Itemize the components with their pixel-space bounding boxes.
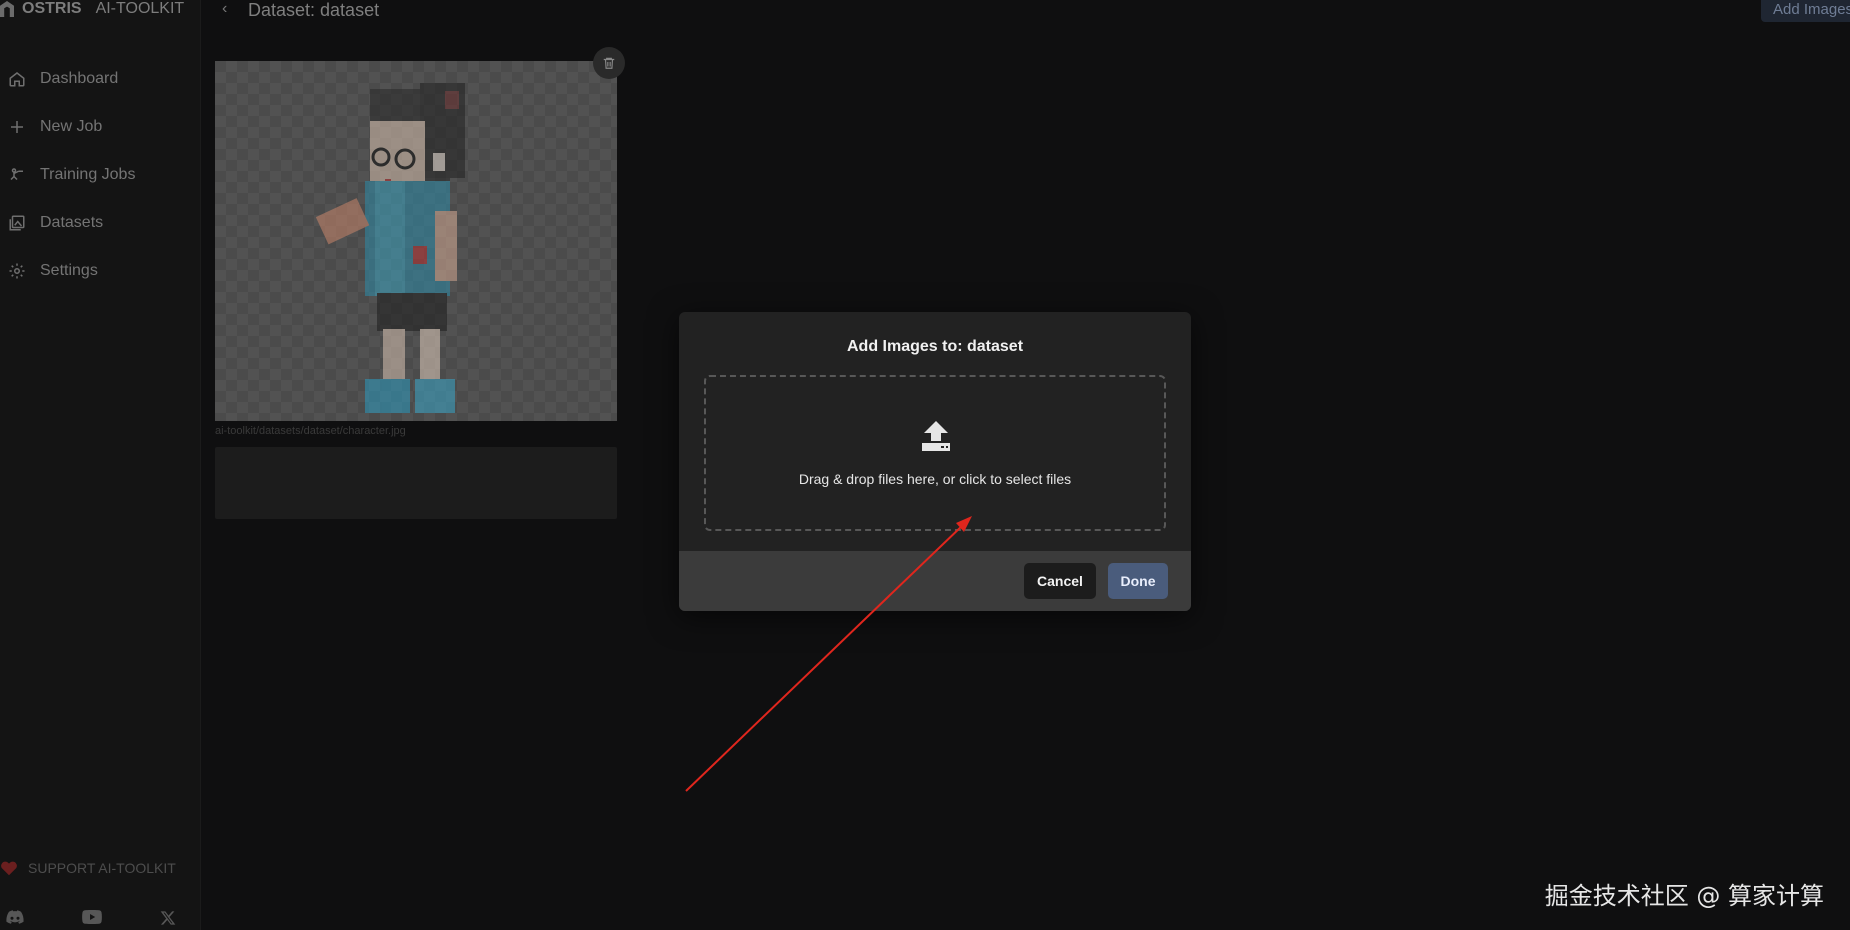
- sidebar-item-dashboard[interactable]: Dashboard: [0, 55, 200, 103]
- sidebar-item-settings[interactable]: Settings: [0, 247, 200, 295]
- dialog-footer: Cancel Done: [679, 551, 1191, 611]
- upload-icon: [922, 421, 950, 451]
- back-chevron-icon[interactable]: ‹: [222, 0, 227, 18]
- support-label: SUPPORT AI-TOOLKIT: [28, 860, 176, 876]
- ostris-logo-icon: [0, 1, 14, 17]
- support-link[interactable]: SUPPORT AI-TOOLKIT: [0, 860, 176, 876]
- image-file-path: ai-toolkit/datasets/dataset/character.jp…: [215, 425, 406, 437]
- dataset-image-card: ai-toolkit/datasets/dataset/character.jp…: [215, 47, 625, 519]
- character-image: [315, 83, 465, 413]
- image-thumbnail[interactable]: [215, 47, 625, 421]
- brand[interactable]: OSTRIS AI-TOOLKIT: [0, 0, 184, 18]
- sidebar-item-label: Training Jobs: [40, 166, 136, 183]
- social-links: [6, 910, 176, 926]
- plus-icon: [6, 116, 28, 138]
- x-icon[interactable]: [160, 910, 176, 926]
- sidebar: OSTRIS AI-TOOLKIT Dashboard New Job Trai…: [0, 0, 201, 930]
- brand-suffix: AI-TOOLKIT: [95, 0, 185, 17]
- delete-image-button[interactable]: [593, 47, 625, 79]
- sidebar-item-training-jobs[interactable]: Training Jobs: [0, 151, 200, 199]
- discord-icon[interactable]: [6, 910, 24, 924]
- dialog-title: Add Images to: dataset: [846, 338, 1024, 355]
- sidebar-item-label: Dashboard: [40, 70, 119, 87]
- training-icon: [6, 164, 28, 186]
- images-icon: [6, 212, 28, 234]
- add-images-dialog: Add Images to: dataset Drag & drop files…: [679, 312, 1191, 611]
- gear-icon: [6, 260, 28, 282]
- done-button[interactable]: Done: [1108, 563, 1168, 599]
- sidebar-item-new-job[interactable]: New Job: [0, 103, 200, 151]
- sidebar-item-label: Datasets: [40, 214, 104, 231]
- sidebar-item-label: Settings: [40, 262, 98, 279]
- brand-name: OSTRIS: [22, 0, 82, 17]
- sidebar-item-datasets[interactable]: Datasets: [0, 199, 200, 247]
- caption-textarea[interactable]: [215, 447, 617, 519]
- heart-icon: [1, 861, 17, 876]
- page-header: ‹ Dataset: dataset Add Images: [200, 0, 1850, 26]
- page-title: Dataset: dataset: [248, 0, 380, 20]
- trash-icon: [603, 57, 615, 69]
- file-dropzone[interactable]: Drag & drop files here, or click to sele…: [704, 375, 1166, 531]
- youtube-icon[interactable]: [82, 910, 102, 924]
- sidebar-item-label: New Job: [40, 118, 103, 135]
- watermark: 掘金技术社区 @ 算家计算: [1544, 882, 1824, 910]
- home-icon: [6, 68, 28, 90]
- cancel-button[interactable]: Cancel: [1024, 563, 1096, 599]
- dropzone-instructions: Drag & drop files here, or click to sele…: [798, 471, 1072, 487]
- sidebar-nav: Dashboard New Job Training Jobs Datasets…: [0, 55, 200, 295]
- add-images-button[interactable]: Add Images: [1761, 0, 1850, 22]
